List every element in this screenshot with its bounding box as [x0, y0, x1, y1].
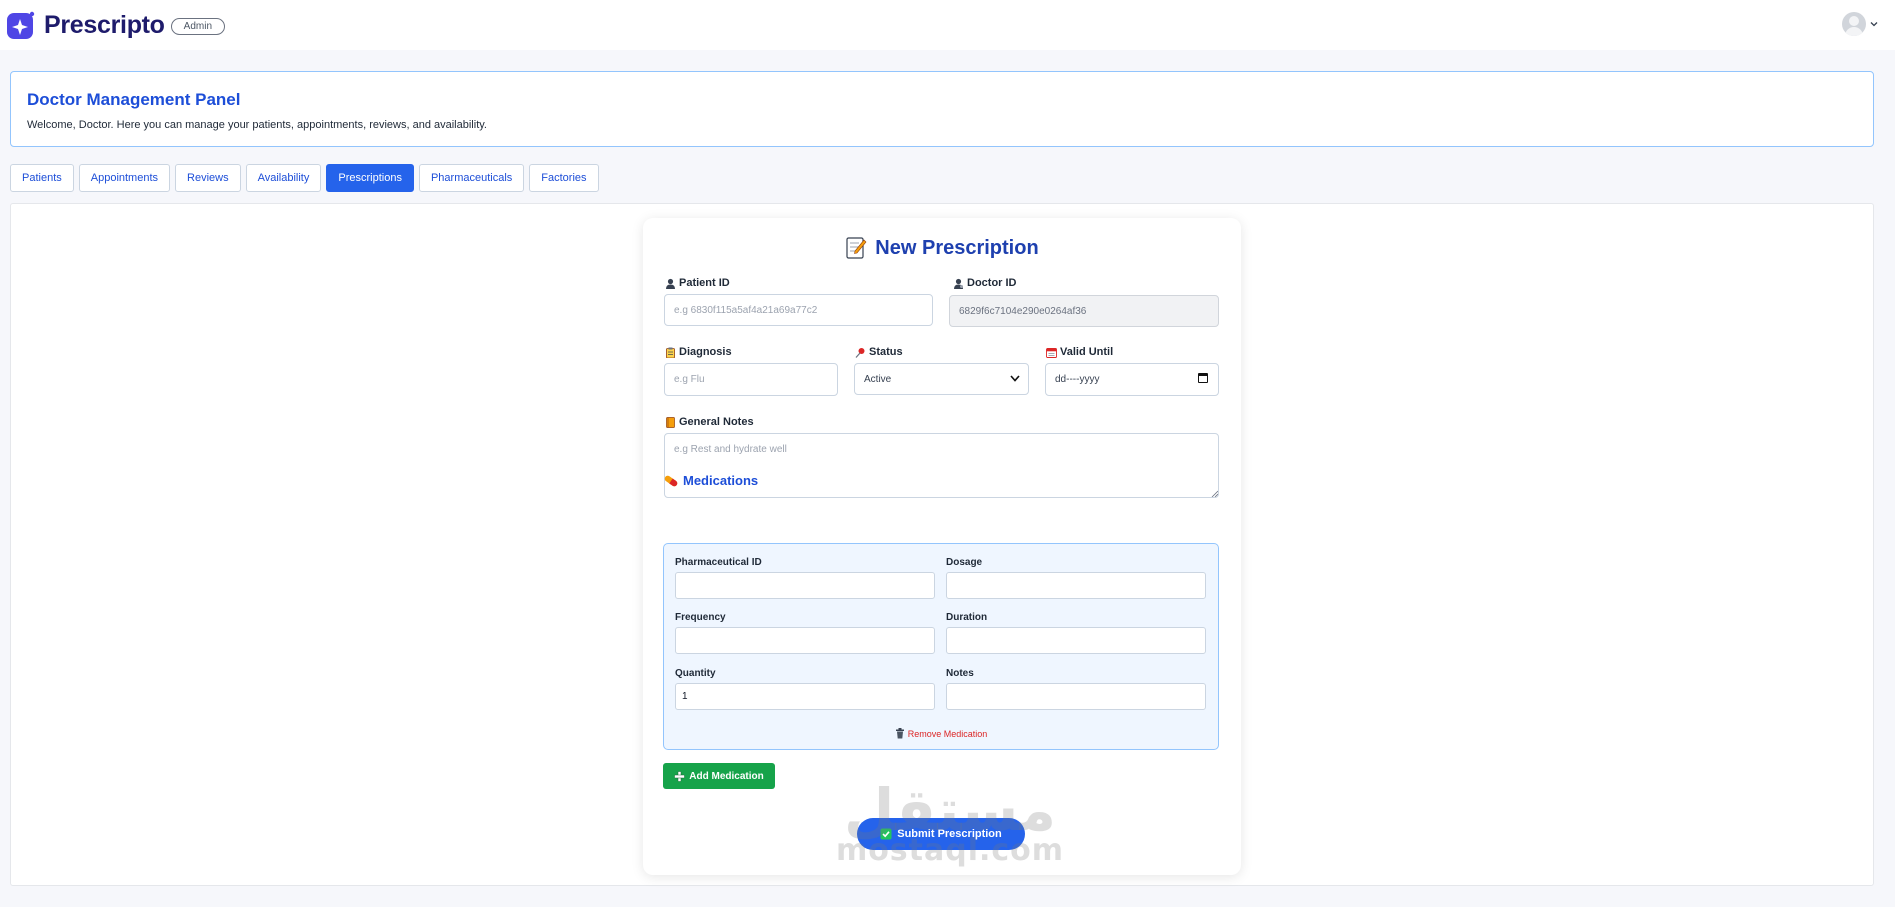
clipboard-icon: [666, 347, 675, 358]
medication-entry: Pharmaceutical ID Dosage Frequency Durat…: [663, 543, 1219, 750]
tab-patients[interactable]: Patients: [10, 164, 74, 192]
role-badge: Admin: [170, 18, 226, 35]
doctor-icon: [954, 278, 963, 289]
calendar-picker-icon[interactable]: [1198, 373, 1208, 383]
pharmaceutical-id-label: Pharmaceutical ID: [675, 557, 762, 568]
tab-appointments[interactable]: Appointments: [78, 164, 171, 192]
valid-until-label: Valid Until: [1046, 346, 1113, 358]
form-title: New Prescription: [643, 236, 1241, 260]
quantity-input[interactable]: 1: [675, 683, 935, 710]
tab-bar: Patients Appointments Reviews Availabili…: [10, 164, 599, 192]
tab-prescriptions[interactable]: Prescriptions: [326, 164, 414, 192]
tab-reviews[interactable]: Reviews: [175, 164, 241, 192]
patient-icon: [666, 278, 675, 289]
calendar-icon: [1046, 347, 1057, 358]
notes-input[interactable]: [946, 683, 1206, 710]
doctor-id-input[interactable]: 6829f6c7104e290e0264af36: [949, 295, 1219, 327]
check-icon: [880, 828, 892, 840]
doctor-id-label: Doctor ID: [953, 277, 1017, 289]
frequency-label: Frequency: [675, 612, 726, 623]
medications-heading: Medications: [663, 473, 758, 488]
valid-until-date-input[interactable]: dd----yyyy: [1045, 363, 1219, 396]
dosage-input[interactable]: [946, 572, 1206, 599]
pushpin-icon: [855, 347, 865, 358]
chevron-down-icon: [1010, 375, 1020, 382]
notes-label: Notes: [946, 668, 974, 679]
tab-pharmaceuticals[interactable]: Pharmaceuticals: [418, 164, 525, 192]
logo-icon: [7, 11, 35, 39]
remove-medication-button[interactable]: Remove Medication: [664, 728, 1218, 739]
plus-icon: [674, 770, 686, 782]
status-label: Status: [855, 346, 903, 358]
page-title: Doctor Management Panel: [27, 90, 241, 109]
patient-id-input[interactable]: e.g 6830f115a5af4a21a69a77c2: [664, 294, 933, 326]
frequency-input[interactable]: [675, 627, 935, 654]
status-selected-value: Active: [864, 373, 892, 385]
duration-label: Duration: [946, 612, 988, 623]
form-title-text: New Prescription: [875, 236, 1039, 259]
panel-header-card: Doctor Management Panel Welcome, Doctor.…: [10, 71, 1874, 147]
tab-availability[interactable]: Availability: [245, 164, 322, 192]
new-prescription-form: New Prescription Patient ID e.g 6830f115…: [643, 218, 1241, 875]
tab-factories[interactable]: Factories: [529, 164, 599, 192]
dosage-label: Dosage: [946, 557, 983, 568]
pharmaceutical-id-input[interactable]: [675, 572, 935, 599]
logo[interactable]: Prescripto: [6, 10, 165, 40]
trash-icon: [895, 728, 904, 739]
avatar[interactable]: [1842, 12, 1866, 36]
profile-menu[interactable]: [1842, 12, 1879, 36]
top-navbar: Prescripto Admin: [0, 0, 1895, 50]
diagnosis-label: Diagnosis: [665, 346, 732, 358]
resize-grip-icon[interactable]: [1211, 490, 1218, 497]
chevron-down-icon[interactable]: [1869, 19, 1879, 29]
submit-prescription-button[interactable]: Submit Prescription: [857, 818, 1025, 850]
general-notes-textarea[interactable]: e.g Rest and hydrate well: [664, 433, 1219, 498]
diagnosis-input[interactable]: e.g Flu: [664, 363, 838, 396]
duration-input[interactable]: [946, 627, 1206, 654]
valid-until-value: dd----yyyy: [1055, 374, 1100, 385]
memo-icon: [846, 237, 867, 259]
general-notes-label: General Notes: [665, 416, 754, 428]
page-subtitle: Welcome, Doctor. Here you can manage you…: [27, 119, 487, 131]
quantity-label: Quantity: [675, 668, 716, 679]
add-medication-button[interactable]: Add Medication: [663, 763, 775, 789]
status-select[interactable]: Active: [854, 363, 1029, 395]
brand-name: Prescripto: [44, 10, 165, 39]
patient-id-label: Patient ID: [665, 277, 730, 289]
pill-icon: [664, 475, 678, 486]
notebook-icon: [666, 416, 675, 428]
